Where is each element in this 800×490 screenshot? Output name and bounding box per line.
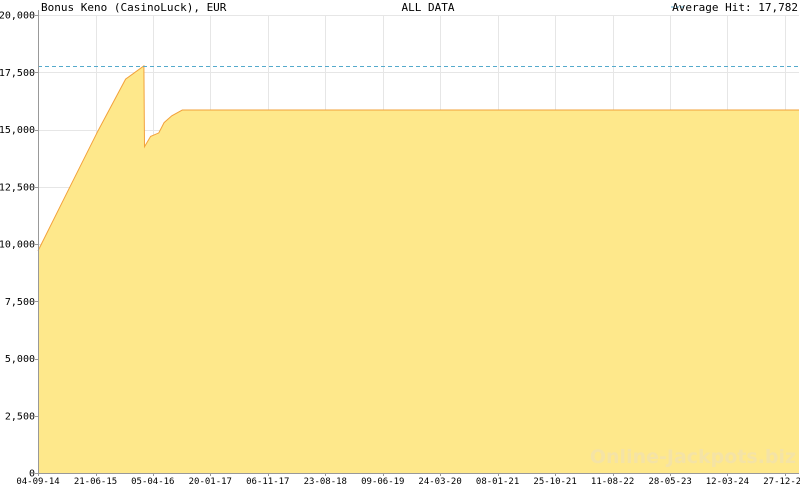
chart-title: Bonus Keno (CasinoLuck), EUR [41, 1, 227, 14]
x-tick-label: 04-09-14 [16, 477, 59, 487]
x-tick-label: 20-01-17 [189, 477, 232, 487]
x-tick-label: 28-05-23 [648, 477, 691, 487]
range-label: ALL DATA [402, 1, 455, 14]
y-tick-label: 2,500 [5, 411, 35, 422]
series-area-fill [38, 65, 799, 474]
x-tick-label: 05-04-16 [131, 477, 174, 487]
y-tick-label: 12,500 [0, 182, 35, 193]
x-tick-label: 09-06-19 [361, 477, 404, 487]
x-tick-label: 11-08-22 [591, 477, 634, 487]
x-tick-label: 27-12-24 [763, 477, 800, 487]
y-tick-label: 15,000 [0, 125, 35, 136]
y-tick-labels: 02,5005,0007,50010,00012,50015,00017,500… [0, 11, 38, 480]
y-tick-label: 20,000 [0, 11, 35, 22]
x-tick-label: 06-11-17 [246, 477, 289, 487]
watermark: Online-Jackpots.biz [590, 446, 796, 468]
y-tick-label: 5,000 [5, 354, 35, 365]
average-hit-label: Average Hit: 17,782 [672, 1, 798, 14]
x-tick-label: 12-03-24 [706, 477, 749, 487]
average-legend: Average Hit: 17,782 [671, 1, 798, 14]
x-tick-label: 08-01-21 [476, 477, 519, 487]
x-tick-labels: 04-09-14 21-06-15 05-04-16 20-01-17 06-11-17… [16, 473, 800, 487]
jackpot-chart: 0 2,500 5,000 7,500 10,000 12,500 15,000 17,500… [0, 0, 800, 490]
x-tick-label: 23-08-18 [304, 477, 347, 487]
x-tick-label: 24-03-20 [418, 477, 461, 487]
y-tick-label: 10,000 [0, 240, 35, 251]
y-tick-label: 17,500 [0, 68, 35, 79]
chart-canvas: 02,5005,0007,50010,00012,50015,00017,500… [0, 1, 800, 487]
area-series [37, 64, 799, 474]
y-tick-label: 7,500 [5, 297, 35, 308]
x-tick-label: 25-10-21 [533, 477, 576, 487]
x-tick-label: 21-06-15 [74, 477, 117, 487]
